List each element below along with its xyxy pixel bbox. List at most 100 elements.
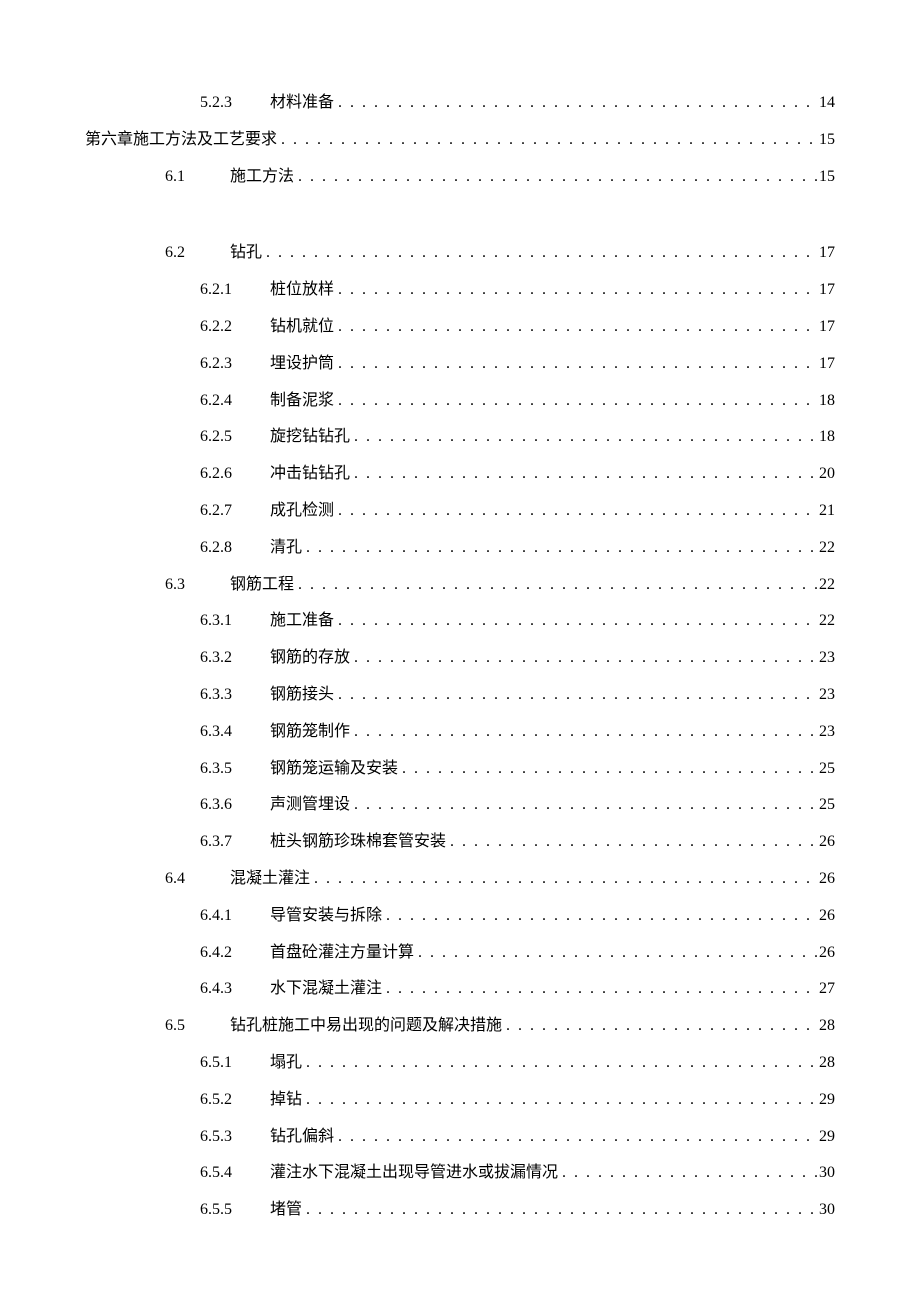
toc-entry: 6.1施工方法15 — [85, 159, 835, 196]
toc-number: 6.3.5 — [200, 751, 270, 788]
toc-page-number: 18 — [819, 419, 835, 456]
toc-title: 钻孔 — [230, 235, 262, 272]
toc-entry: 6.5.4灌注水下混凝土出现导管进水或拔漏情况30 — [85, 1155, 835, 1192]
toc-title: 声测管埋设 — [270, 787, 350, 824]
toc-page-number: 29 — [819, 1119, 835, 1156]
toc-page-number: 29 — [819, 1082, 835, 1119]
toc-page-number: 26 — [819, 935, 835, 972]
toc-entry: 6.2.6冲击钻钻孔20 — [85, 456, 835, 493]
toc-page-number: 14 — [819, 85, 835, 122]
toc-entry: 6.2.3埋设护筒17 — [85, 346, 835, 383]
toc-number: 6.2 — [165, 235, 230, 272]
toc-entry: 6.3.6声测管埋设25 — [85, 787, 835, 824]
toc-number: 6.5.5 — [200, 1192, 270, 1229]
toc-title: 钢筋工程 — [230, 567, 294, 604]
toc-entry: 6.3.5钢筋笼运输及安装 25 — [85, 751, 835, 788]
toc-number: 6.4.1 — [200, 898, 270, 935]
toc-number: 6.2.5 — [200, 419, 270, 456]
toc-page-number: 23 — [819, 640, 835, 677]
toc-title: 施工方法 — [230, 159, 294, 196]
toc-page-number: 28 — [819, 1008, 835, 1045]
toc-page-number: 30 — [819, 1155, 835, 1192]
dot-leader — [334, 603, 819, 640]
toc-entry: 5.2.3材料准备 14 — [85, 85, 835, 122]
dot-leader — [334, 346, 819, 383]
dot-leader — [350, 787, 819, 824]
dot-leader — [334, 677, 819, 714]
dot-leader — [302, 1192, 819, 1229]
toc-number: 6.4.2 — [200, 935, 270, 972]
toc-number: 6.5.2 — [200, 1082, 270, 1119]
toc-entry: 6.3.4钢筋笼制作 23 — [85, 714, 835, 751]
toc-entry: 6.5.3钻孔偏斜29 — [85, 1119, 835, 1156]
toc-title: 成孔检测 — [270, 493, 334, 530]
toc-number: 6.2.2 — [200, 309, 270, 346]
toc-number: 6.3.4 — [200, 714, 270, 751]
toc-title: 桩头钢筋珍珠棉套管安装 — [270, 824, 446, 861]
toc-title: 冲击钻钻孔 — [270, 456, 350, 493]
dot-leader — [382, 898, 819, 935]
toc-number: 5.2.3 — [200, 85, 270, 122]
toc-page-number: 21 — [819, 493, 835, 530]
toc-number: 6.5.1 — [200, 1045, 270, 1082]
dot-leader — [277, 122, 819, 159]
toc-entry: 6.2.2钻机就位17 — [85, 309, 835, 346]
toc-entry: 6.5.5堵管30 — [85, 1192, 835, 1229]
toc-title: 堵管 — [270, 1192, 302, 1229]
dot-leader — [294, 567, 819, 604]
blank-spacer — [85, 195, 835, 235]
dot-leader — [334, 493, 819, 530]
toc-entry: 6.2.5旋挖钻钻孔 18 — [85, 419, 835, 456]
toc-number: 6.2.6 — [200, 456, 270, 493]
toc-title: 钢筋笼制作 — [270, 714, 350, 751]
dot-leader — [334, 272, 819, 309]
toc-title: 钢筋接头 — [270, 677, 334, 714]
toc-number: 6.5.4 — [200, 1155, 270, 1192]
toc-page-number: 26 — [819, 824, 835, 861]
toc-title: 施工准备 — [270, 603, 334, 640]
toc-number: 6.3.1 — [200, 603, 270, 640]
toc-entry: 6.3.1施工准备 22 — [85, 603, 835, 640]
toc-title: 材料准备 — [270, 85, 334, 122]
dot-leader — [502, 1008, 819, 1045]
toc-number: 6.2.1 — [200, 272, 270, 309]
dot-leader — [334, 1119, 819, 1156]
dot-leader — [350, 419, 819, 456]
toc-page-number: 15 — [819, 159, 835, 196]
toc-number: 6.2.7 — [200, 493, 270, 530]
dot-leader — [558, 1155, 819, 1192]
dot-leader — [302, 1082, 819, 1119]
toc-page-number: 23 — [819, 714, 835, 751]
toc-title: 第六章施工方法及工艺要求 — [85, 122, 277, 159]
toc-entry: 6.3.3钢筋接头23 — [85, 677, 835, 714]
toc-entry: 6.4.3水下混凝土灌注27 — [85, 971, 835, 1008]
toc-title: 清孔 — [270, 530, 302, 567]
toc-page-number: 22 — [819, 603, 835, 640]
toc-page-number: 22 — [819, 567, 835, 604]
toc-entry: 第六章施工方法及工艺要求15 — [85, 122, 835, 159]
toc-title: 钻机就位 — [270, 309, 334, 346]
toc-page-number: 23 — [819, 677, 835, 714]
dot-leader — [398, 751, 819, 788]
dot-leader — [334, 383, 819, 420]
toc-title: 首盘砼灌注方量计算 — [270, 935, 414, 972]
toc-title: 钢筋笼运输及安装 — [270, 751, 398, 788]
toc-title: 桩位放样 — [270, 272, 334, 309]
dot-leader — [294, 159, 819, 196]
toc-title: 埋设护筒 — [270, 346, 334, 383]
toc-title: 导管安装与拆除 — [270, 898, 382, 935]
toc-page-number: 22 — [819, 530, 835, 567]
toc-entry: 6.4.2首盘砼灌注方量计算 26 — [85, 935, 835, 972]
toc-page-number: 27 — [819, 971, 835, 1008]
dot-leader — [302, 530, 819, 567]
toc-title: 塌孔 — [270, 1045, 302, 1082]
toc-page-number: 28 — [819, 1045, 835, 1082]
toc-number: 6.4.3 — [200, 971, 270, 1008]
toc-title: 钻孔偏斜 — [270, 1119, 334, 1156]
toc-entry: 6.5钻孔桩施工中易出现的问题及解决措施28 — [85, 1008, 835, 1045]
toc-entry: 6.5.1塌孔 28 — [85, 1045, 835, 1082]
toc-entry: 6.2.8清孔22 — [85, 530, 835, 567]
toc-page-number: 25 — [819, 751, 835, 788]
dot-leader — [382, 971, 819, 1008]
toc-title: 旋挖钻钻孔 — [270, 419, 350, 456]
